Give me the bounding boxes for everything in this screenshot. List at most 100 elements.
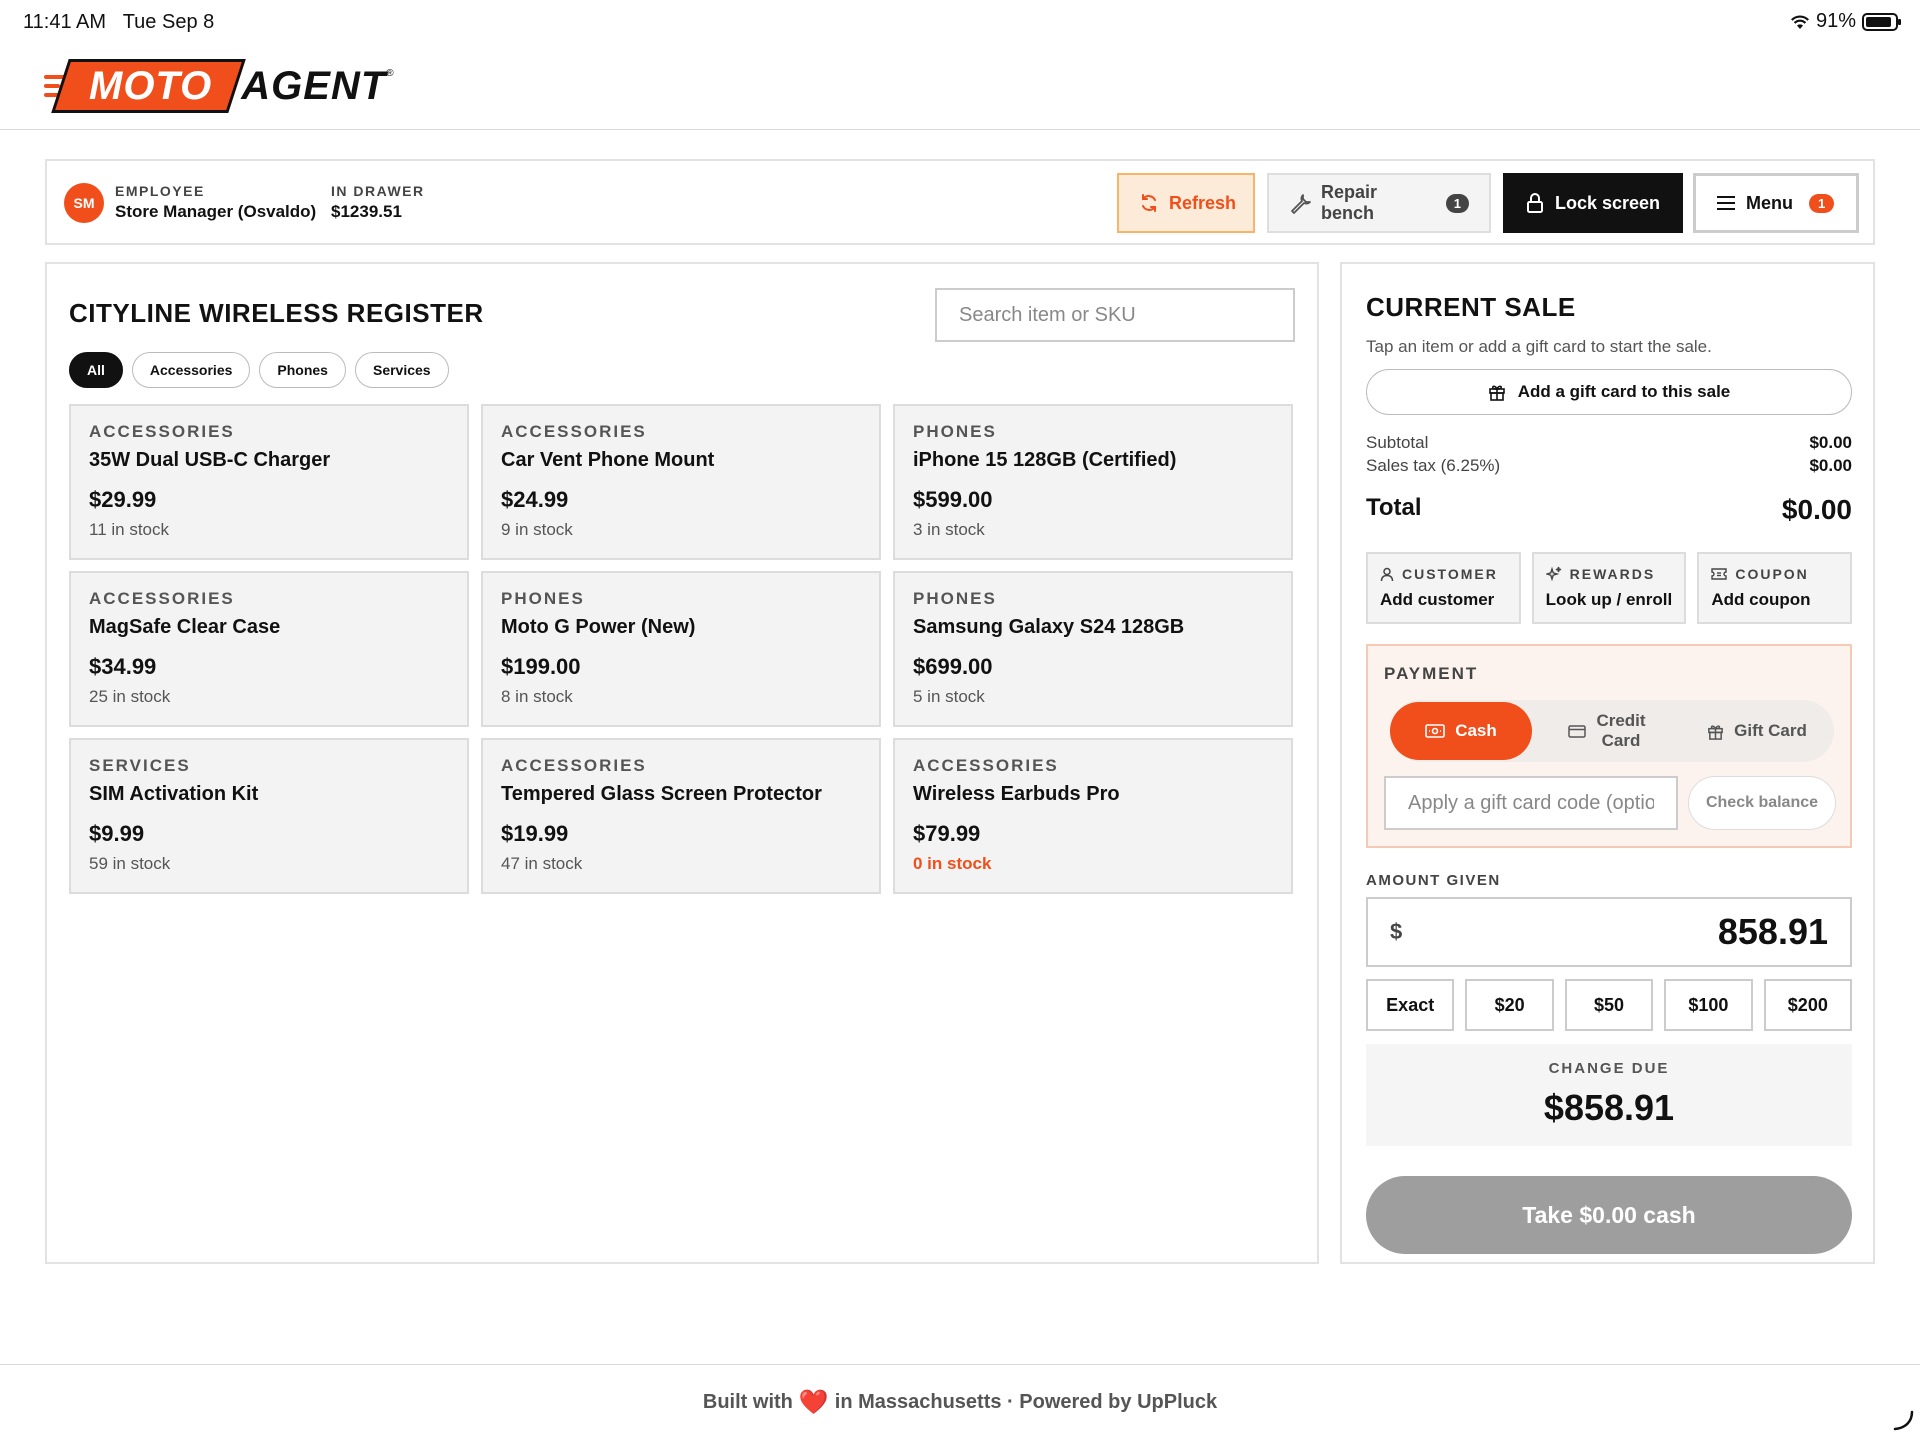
add-gift-card-button[interactable]: Add a gift card to this sale	[1366, 369, 1852, 415]
drawer-amount: $1239.51	[331, 202, 402, 221]
product-category: PHONES	[913, 589, 997, 608]
payment-cash-option[interactable]: Cash	[1390, 702, 1532, 760]
product-price: $24.99	[501, 487, 569, 512]
coupon-label: COUPON	[1735, 566, 1809, 582]
amount-given-field[interactable]: $ 858.91	[1366, 897, 1852, 967]
product-price: $9.99	[89, 821, 145, 846]
product-card[interactable]: PHONES Moto G Power (New) $199.00 8 in s…	[481, 571, 881, 727]
drawer-info: IN DRAWER $1239.51	[331, 183, 425, 222]
product-card[interactable]: ACCESSORIES 35W Dual USB-C Charger $29.9…	[69, 404, 469, 560]
product-card[interactable]: PHONES iPhone 15 128GB (Certified) $599.…	[893, 404, 1293, 560]
resize-handle-icon	[1892, 1409, 1914, 1431]
coupon-tile[interactable]: COUPON Add coupon	[1697, 552, 1853, 624]
change-due-label: CHANGE DUE	[1548, 1060, 1670, 1077]
filter-phones[interactable]: Phones	[259, 352, 346, 388]
subtotal-label: Subtotal	[1366, 433, 1429, 452]
repair-bench-label: Repair bench	[1321, 182, 1378, 223]
product-category: PHONES	[501, 589, 585, 608]
employee-info: EMPLOYEE Store Manager (Osvaldo)	[115, 183, 316, 222]
gift-code-input[interactable]	[1384, 776, 1678, 830]
coupon-action: Add coupon	[1711, 590, 1811, 609]
cash-label: Cash	[1455, 721, 1497, 740]
product-card[interactable]: PHONES Samsung Galaxy S24 128GB $699.00 …	[893, 571, 1293, 727]
session-bar: SM EMPLOYEE Store Manager (Osvaldo) IN D…	[45, 159, 1875, 245]
product-card[interactable]: ACCESSORIES MagSafe Clear Case $34.99 25…	[69, 571, 469, 727]
current-sale-panel: CURRENT SALE Tap an item or add a gift c…	[1340, 262, 1875, 1264]
credit-card-icon	[1568, 724, 1587, 738]
ticket-icon	[1711, 568, 1728, 580]
product-price: $29.99	[89, 487, 157, 512]
logo-registered-mark: ®	[386, 68, 394, 79]
menu-label: Menu	[1746, 192, 1793, 213]
product-card[interactable]: ACCESSORIES Tempered Glass Screen Protec…	[481, 738, 881, 894]
register-title: CITYLINE WIRELESS REGISTER	[69, 298, 484, 328]
quick-amount-100[interactable]: $100	[1664, 979, 1753, 1031]
quick-amount-20[interactable]: $20	[1465, 979, 1554, 1031]
status-right: 91%	[1790, 10, 1901, 33]
amount-given-value: 858.91	[1717, 911, 1828, 952]
gift-icon	[1707, 723, 1724, 740]
product-category: SERVICES	[89, 756, 191, 775]
avatar[interactable]: SM	[64, 183, 104, 223]
product-price: $199.00	[501, 654, 581, 679]
employee-name: Store Manager (Osvaldo)	[115, 202, 317, 221]
brand-header: MOTO AGENT ®	[0, 46, 1920, 130]
product-stock: 3 in stock	[913, 520, 985, 539]
category-filters: All Accessories Phones Services	[69, 352, 449, 388]
rewards-label: REWARDS	[1569, 566, 1656, 582]
search-input[interactable]	[935, 288, 1295, 342]
product-stock: 8 in stock	[501, 687, 573, 706]
product-price: $699.00	[913, 654, 993, 679]
quick-amount-200[interactable]: $200	[1763, 979, 1853, 1031]
product-stock-out: 0 in stock	[913, 854, 992, 873]
filter-all[interactable]: All	[69, 352, 123, 388]
total-label: Total	[1366, 494, 1422, 521]
payment-gift-card-option[interactable]: Gift Card	[1682, 702, 1832, 760]
payment-section: PAYMENT Cash Credit Card Gift Card Apply…	[1366, 644, 1852, 848]
product-card[interactable]: ACCESSORIES Wireless Earbuds Pro $79.99 …	[893, 738, 1293, 894]
product-grid: ACCESSORIES 35W Dual USB-C Charger $29.9…	[69, 404, 1293, 894]
logo-moto-text: MOTO	[89, 64, 213, 108]
footer-text-1: Built with	[702, 1390, 793, 1413]
employee-label: EMPLOYEE	[115, 183, 205, 199]
quick-amount-50[interactable]: $50	[1564, 979, 1654, 1031]
register-panel: CITYLINE WIRELESS REGISTER All Accessori…	[45, 262, 1319, 1264]
take-cash-button[interactable]: Take $0.00 cash	[1366, 1176, 1852, 1254]
quick-amount-exact[interactable]: Exact	[1366, 979, 1455, 1031]
cash-icon	[1425, 724, 1446, 738]
hamburger-icon	[1716, 195, 1736, 211]
product-category: PHONES	[913, 422, 997, 441]
rewards-tile[interactable]: REWARDS Look up / enroll	[1531, 552, 1687, 624]
refresh-label: Refresh	[1169, 192, 1237, 213]
menu-button[interactable]: Menu 1	[1693, 173, 1859, 233]
product-card[interactable]: ACCESSORIES Car Vent Phone Mount $24.99 …	[481, 404, 881, 560]
product-stock: 9 in stock	[501, 520, 573, 539]
logo-agent-text: AGENT	[241, 63, 387, 108]
product-stock: 11 in stock	[89, 520, 170, 539]
product-card[interactable]: SERVICES SIM Activation Kit $9.99 59 in …	[69, 738, 469, 894]
credit-label-line2: Card	[1601, 731, 1641, 750]
credit-label-line1: Credit	[1596, 711, 1646, 730]
check-balance-button[interactable]: Check balance	[1688, 776, 1836, 830]
battery-percent: 91%	[1815, 10, 1856, 32]
quick-amounts: Exact $20 $50 $100 $200	[1366, 979, 1853, 1031]
product-name: Tempered Glass Screen Protector	[501, 783, 822, 805]
subtotal-row: Subtotal $0.00	[1366, 433, 1852, 453]
product-price: $599.00	[913, 487, 993, 512]
repair-bench-button[interactable]: Repair bench 1	[1267, 173, 1491, 233]
product-name: Car Vent Phone Mount	[501, 449, 715, 471]
person-icon	[1380, 567, 1394, 582]
filter-accessories[interactable]: Accessories	[131, 352, 251, 388]
product-name: MagSafe Clear Case	[89, 616, 281, 638]
payment-credit-option[interactable]: Credit Card	[1532, 702, 1682, 760]
filter-services[interactable]: Services	[354, 352, 449, 388]
status-bar: 11:41 AM Tue Sep 8 91%	[0, 0, 1920, 46]
customer-tile[interactable]: CUSTOMER Add customer	[1366, 552, 1521, 624]
product-price: $19.99	[501, 821, 569, 846]
motoagent-logo: MOTO AGENT ®	[44, 59, 394, 113]
lock-screen-button[interactable]: Lock screen	[1503, 173, 1683, 233]
amount-given-label: AMOUNT GIVEN	[1366, 872, 1501, 889]
refresh-button[interactable]: Refresh	[1117, 173, 1255, 233]
footer: Built with ❤️ in Massachusetts · Powered…	[0, 1364, 1920, 1439]
payment-method-selector: Cash Credit Card Gift Card	[1390, 700, 1834, 762]
